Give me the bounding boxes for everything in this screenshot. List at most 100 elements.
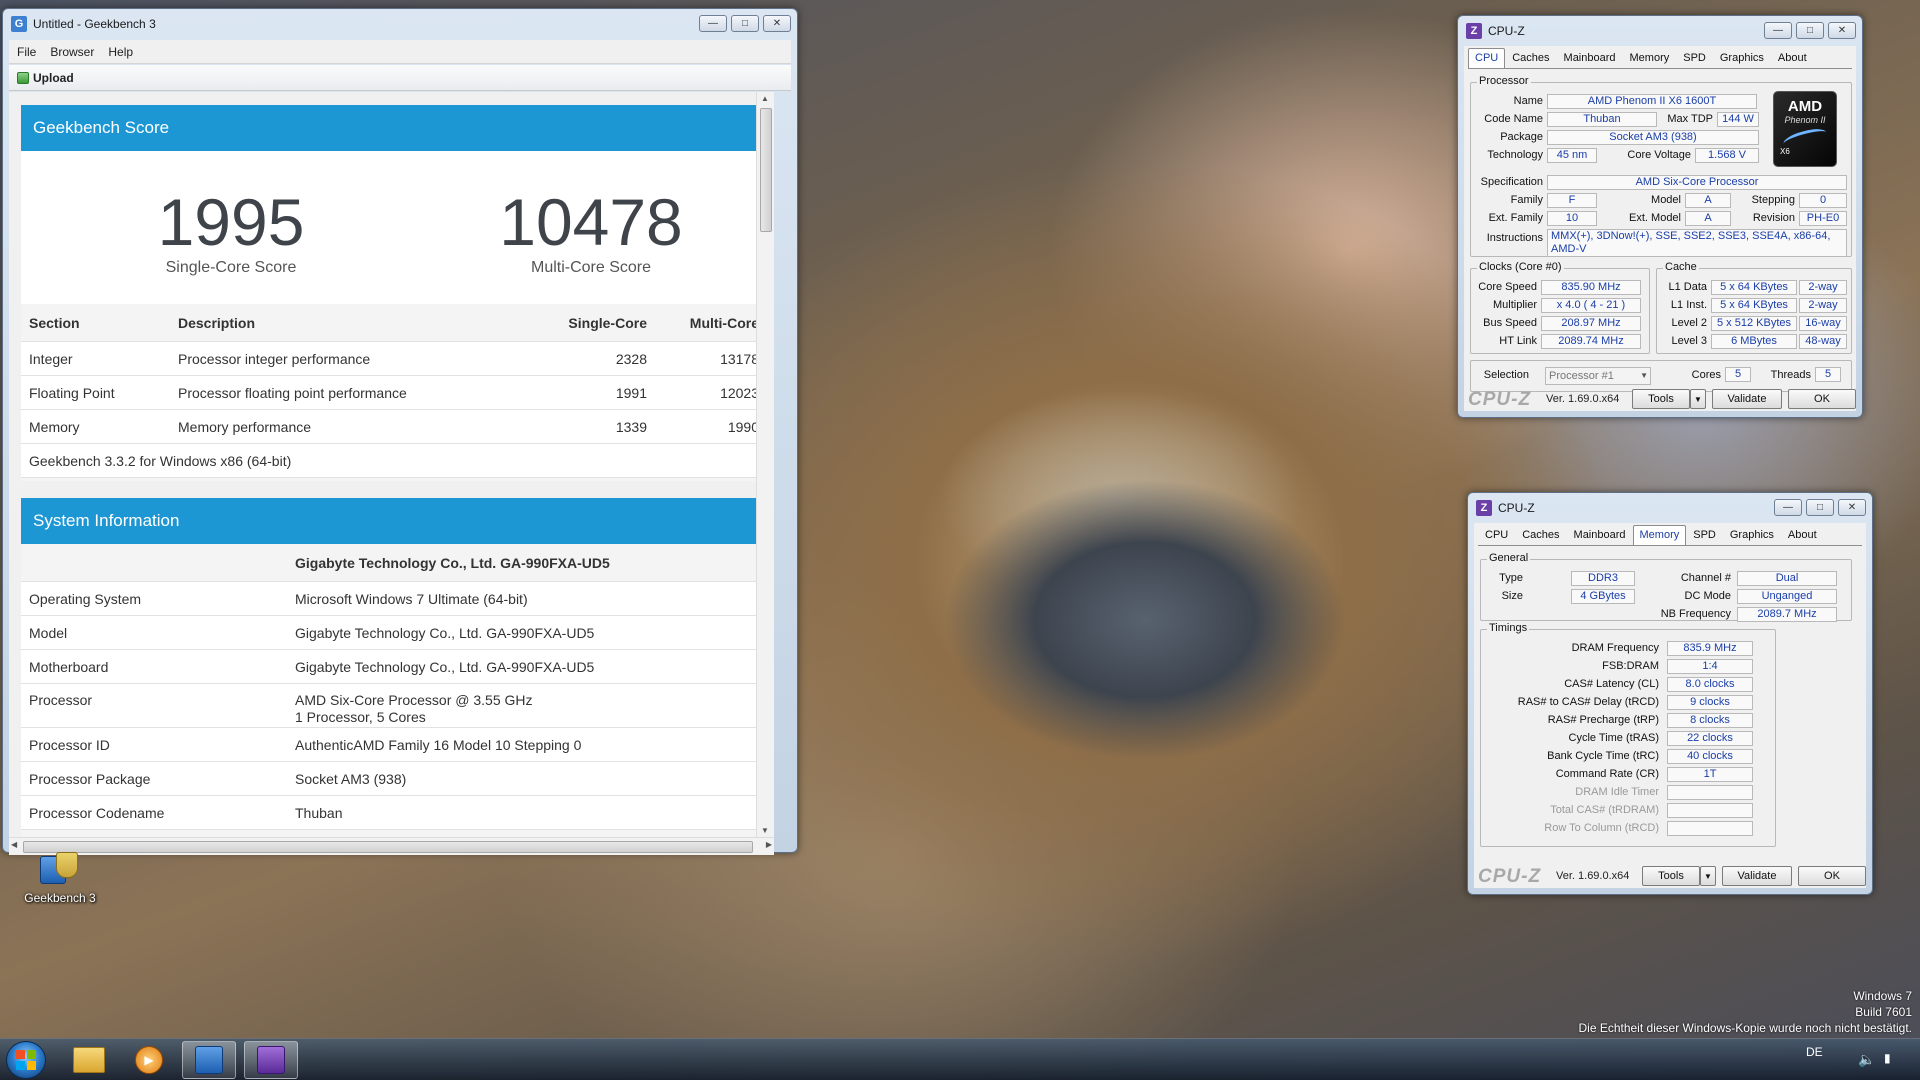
table-row: Motherboard Gigabyte Technology Co., Ltd… — [21, 650, 767, 684]
table-row: Processor Package Socket AM3 (938) — [21, 762, 767, 796]
l2-value: 5 x 512 KBytes — [1711, 316, 1797, 331]
core-speed-value: 835.90 MHz — [1541, 280, 1641, 295]
maximize-button[interactable]: □ — [731, 15, 759, 32]
vertical-scrollbar[interactable]: ▲ ▼ — [756, 92, 774, 837]
row-description: Processor floating point performance — [178, 384, 407, 401]
chevron-down-icon: ▼ — [1694, 395, 1702, 404]
tools-button[interactable]: Tools — [1642, 866, 1700, 886]
horizontal-scrollbar[interactable]: ◀ ▶ — [9, 837, 774, 855]
table-row: Processor ID AuthenticAMD Family 16 Mode… — [21, 728, 767, 762]
cpuz-titlebar[interactable]: Z CPU-Z — □ ✕ — [1458, 16, 1862, 46]
tab-about[interactable]: About — [1781, 525, 1824, 545]
cpu-name-value: AMD Phenom II X6 1600T — [1547, 94, 1757, 109]
single-core-label: Single-Core Score — [165, 259, 297, 276]
window-title: Untitled - Geekbench 3 — [33, 17, 156, 31]
minimize-button[interactable]: — — [699, 15, 727, 32]
desktop-icon-geekbench[interactable]: Geekbench 3 — [20, 850, 100, 905]
ok-button[interactable]: OK — [1788, 389, 1856, 409]
language-indicator[interactable]: DE — [1806, 1045, 1823, 1059]
close-button[interactable]: ✕ — [1838, 499, 1866, 516]
windows-logo-icon — [16, 1050, 36, 1070]
cpuz-logo: CPU-Z — [1478, 866, 1542, 887]
tab-caches[interactable]: Caches — [1505, 48, 1556, 68]
timing-label: DRAM Idle Timer — [1575, 786, 1659, 798]
col-single-core: Single-Core — [568, 314, 647, 331]
scroll-down-icon[interactable]: ▼ — [761, 826, 769, 835]
specification-value: AMD Six-Core Processor — [1547, 175, 1847, 190]
tab-about[interactable]: About — [1771, 48, 1814, 68]
watermark-line-2: Build 7601 — [1855, 1005, 1912, 1019]
menu-browser[interactable]: Browser — [50, 45, 94, 59]
core-voltage-value: 1.568 V — [1695, 148, 1759, 163]
network-icon[interactable]: ▮ — [1884, 1051, 1891, 1065]
label: Level 3 — [1671, 335, 1707, 347]
tab-mainboard[interactable]: Mainboard — [1557, 48, 1623, 68]
horizontal-scroll-thumb[interactable] — [23, 841, 753, 853]
tab-memory[interactable]: Memory — [1632, 525, 1687, 545]
tab-graphics[interactable]: Graphics — [1713, 48, 1771, 68]
close-button[interactable]: ✕ — [1828, 22, 1856, 39]
scroll-up-icon[interactable]: ▲ — [761, 94, 769, 103]
tab-memory[interactable]: Memory — [1623, 48, 1677, 68]
cpuz-cpu-window: Z CPU-Z — □ ✕ CPU Caches Mainboard Memor… — [1457, 15, 1863, 418]
ext-model-value: A — [1685, 211, 1731, 226]
group-title: Cache — [1663, 261, 1699, 273]
cpuz-titlebar[interactable]: Z CPU-Z — □ ✕ — [1468, 493, 1872, 523]
memory-type-value: DDR3 — [1571, 571, 1635, 586]
info-value: Microsoft Windows 7 Ultimate (64-bit) — [295, 590, 528, 607]
scroll-left-icon[interactable]: ◀ — [11, 840, 17, 849]
tools-dropdown-button[interactable]: ▼ — [1700, 866, 1716, 886]
info-key: Processor — [29, 692, 93, 708]
col-section: Section — [29, 314, 80, 331]
taskbar-explorer[interactable] — [62, 1041, 116, 1079]
amd-phenom-logo: AMD Phenom II X6 — [1773, 91, 1837, 167]
tools-button[interactable]: Tools — [1632, 389, 1690, 409]
tab-caches[interactable]: Caches — [1515, 525, 1566, 545]
validate-button[interactable]: Validate — [1722, 866, 1792, 886]
cpuz-body: CPU Caches Mainboard Memory SPD Graphics… — [1464, 46, 1856, 411]
close-button[interactable]: ✕ — [763, 15, 791, 32]
threads-value: 5 — [1815, 367, 1841, 382]
label: L1 Inst. — [1670, 299, 1707, 311]
scroll-right-icon[interactable]: ▶ — [766, 840, 772, 849]
tools-label: Tools — [1648, 393, 1674, 405]
tab-mainboard[interactable]: Mainboard — [1567, 525, 1633, 545]
geekbench-titlebar[interactable]: G Untitled - Geekbench 3 — □ ✕ — [3, 9, 797, 39]
menu-file[interactable]: File — [17, 45, 36, 59]
l1-inst-assoc: 2-way — [1799, 298, 1847, 313]
start-button[interactable] — [6, 1041, 46, 1079]
l1-data-assoc: 2-way — [1799, 280, 1847, 295]
menu-help[interactable]: Help — [108, 45, 133, 59]
revision-value: PH-E0 — [1799, 211, 1847, 226]
minimize-button[interactable]: — — [1764, 22, 1792, 39]
taskbar-media-player[interactable]: ▶ — [122, 1041, 176, 1079]
tab-graphics[interactable]: Graphics — [1723, 525, 1781, 545]
speaker-icon[interactable]: 🔈 — [1858, 1051, 1875, 1068]
tab-cpu[interactable]: CPU — [1478, 525, 1515, 545]
minimize-button[interactable]: — — [1774, 499, 1802, 516]
tools-label: Tools — [1658, 870, 1684, 882]
info-key: Processor ID — [29, 736, 110, 753]
taskbar-geekbench[interactable] — [182, 1041, 236, 1079]
results-view[interactable]: Geekbench Score 1995 Single-Core Score 1… — [9, 92, 774, 837]
tab-spd[interactable]: SPD — [1686, 525, 1723, 545]
validate-button[interactable]: Validate — [1712, 389, 1782, 409]
upload-button[interactable]: Upload — [17, 71, 74, 85]
maximize-button[interactable]: □ — [1796, 22, 1824, 39]
processor-line-1: AMD Six-Core Processor @ 3.55 GHz — [295, 692, 533, 708]
geekbench-taskbar-icon — [195, 1046, 223, 1074]
tools-dropdown-button[interactable]: ▼ — [1690, 389, 1706, 409]
cpuz-taskbar-icon — [257, 1046, 285, 1074]
processor-select[interactable]: Processor #1 ▼ — [1545, 367, 1651, 385]
sysinfo-header-label: System Information — [33, 511, 180, 530]
tab-spd[interactable]: SPD — [1676, 48, 1713, 68]
ok-button[interactable]: OK — [1798, 866, 1866, 886]
vertical-scroll-thumb[interactable] — [760, 108, 772, 232]
folder-icon — [73, 1047, 105, 1073]
geekbench-app-icon: G — [11, 16, 27, 32]
processor-select-value: Processor #1 — [1549, 370, 1614, 382]
tab-cpu[interactable]: CPU — [1468, 48, 1506, 68]
processor-group: Processor Name AMD Phenom II X6 1600T Co… — [1470, 75, 1852, 257]
taskbar-cpuz[interactable] — [244, 1041, 298, 1079]
maximize-button[interactable]: □ — [1806, 499, 1834, 516]
